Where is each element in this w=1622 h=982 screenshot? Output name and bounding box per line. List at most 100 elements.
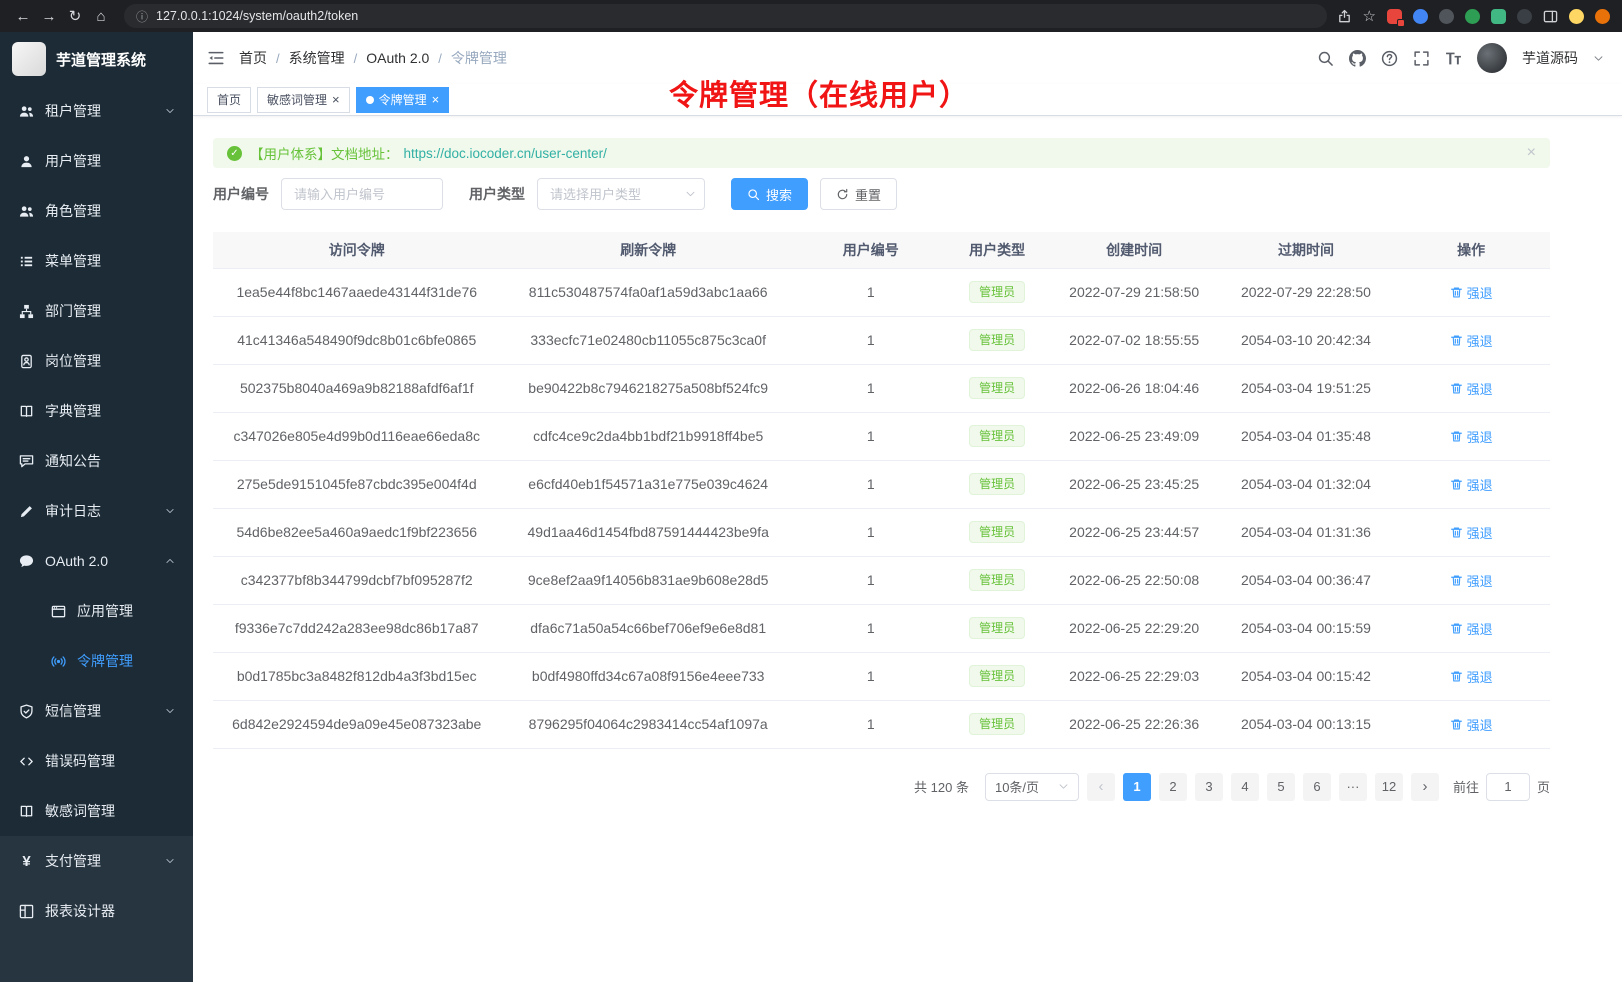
force-logout-button[interactable]: 强退 xyxy=(1450,715,1493,734)
table-row: c347026e805e4d99b0d116eae66eda8ccdfc4ce9… xyxy=(213,412,1550,460)
sidebar-item-dict[interactable]: 字典管理 xyxy=(0,386,193,436)
trash-icon xyxy=(1450,622,1463,635)
page-button-4[interactable]: 4 xyxy=(1231,773,1259,801)
tab-close-icon[interactable]: × xyxy=(332,93,340,106)
sidebar-item-audit-log[interactable]: 审计日志 xyxy=(0,486,193,536)
log-icon xyxy=(18,504,35,519)
browser-forward-icon[interactable]: → xyxy=(36,3,62,29)
search-icon[interactable] xyxy=(1317,50,1334,67)
browser-chrome: ← → ↻ ⌂ ⓘ 127.0.0.1:1024/system/oauth2/t… xyxy=(0,0,1622,32)
breadcrumb-item[interactable]: OAuth 2.0 xyxy=(366,50,429,66)
sidebar-item-notice[interactable]: 通知公告 xyxy=(0,436,193,486)
cell-expired-at: 2054-03-04 01:32:04 xyxy=(1220,460,1392,508)
tab-oauth2-token[interactable]: 令牌管理× xyxy=(356,87,450,113)
github-icon[interactable] xyxy=(1349,50,1366,67)
alert-close-icon[interactable]: × xyxy=(1527,145,1536,161)
force-logout-button[interactable]: 强退 xyxy=(1450,427,1493,446)
extension-icon-1[interactable] xyxy=(1387,9,1402,24)
force-logout-button[interactable]: 强退 xyxy=(1450,619,1493,638)
sidebar-item-pay[interactable]: ¥支付管理 xyxy=(0,836,193,886)
force-logout-button[interactable]: 强退 xyxy=(1450,571,1493,590)
sidebar-item-oauth2[interactable]: OAuth 2.0 xyxy=(0,536,193,586)
cell-expired-at: 2054-03-04 00:15:59 xyxy=(1220,604,1392,652)
sidebar-item-sms[interactable]: 短信管理 xyxy=(0,686,193,736)
doc-link[interactable]: https://doc.iocoder.cn/user-center/ xyxy=(404,146,607,161)
prev-page-button[interactable]: ‹ xyxy=(1087,773,1115,801)
extension-icon-4[interactable] xyxy=(1465,9,1480,24)
fullscreen-icon[interactable] xyxy=(1413,50,1430,67)
sidebar-item-tenant[interactable]: 租户管理 xyxy=(0,86,193,136)
force-logout-button[interactable]: 强退 xyxy=(1450,667,1493,686)
force-logout-button[interactable]: 强退 xyxy=(1450,523,1493,542)
extension-icon-5[interactable] xyxy=(1491,9,1506,24)
extension-icon-6[interactable] xyxy=(1517,9,1532,24)
breadcrumb-item[interactable]: 首页 xyxy=(239,48,267,68)
address-bar[interactable]: ⓘ 127.0.0.1:1024/system/oauth2/token xyxy=(124,4,1327,28)
tab-sensitive-word[interactable]: 敏感词管理× xyxy=(257,87,350,113)
reset-button[interactable]: 重置 xyxy=(820,178,897,210)
sidebar-item-role[interactable]: 角色管理 xyxy=(0,186,193,236)
next-page-button[interactable]: › xyxy=(1411,773,1439,801)
browser-home-icon[interactable]: ⌂ xyxy=(88,3,114,29)
user-type-select-input[interactable] xyxy=(537,178,705,210)
page-button-12[interactable]: 12 xyxy=(1375,773,1403,801)
browser-reload-icon[interactable]: ↻ xyxy=(62,3,88,29)
tab-home[interactable]: 首页 xyxy=(207,87,251,113)
sidebar-item-error-code[interactable]: 错误码管理 xyxy=(0,736,193,786)
font-size-icon[interactable] xyxy=(1445,50,1462,67)
trash-icon xyxy=(1450,718,1463,731)
breadcrumb-item[interactable]: 系统管理 xyxy=(289,48,345,68)
sidebar-item-dept[interactable]: 部门管理 xyxy=(0,286,193,336)
goto-page-input[interactable] xyxy=(1486,773,1530,801)
extension-icon-2[interactable] xyxy=(1413,9,1428,24)
sidebar-item-oauth2-token[interactable]: 令牌管理 xyxy=(0,636,193,686)
page-size-select[interactable]: 10条/页 xyxy=(985,773,1079,801)
column-header: 访问令牌 xyxy=(213,232,500,268)
cell-actions: 强退 xyxy=(1392,412,1550,460)
site-info-icon[interactable]: ⓘ xyxy=(136,8,148,25)
profile-avatar-icon[interactable] xyxy=(1569,9,1584,24)
sidebar-item-post[interactable]: 岗位管理 xyxy=(0,336,193,386)
force-logout-button[interactable]: 强退 xyxy=(1450,475,1493,494)
page-button-3[interactable]: 3 xyxy=(1195,773,1223,801)
cell-actions: 强退 xyxy=(1392,364,1550,412)
cell-refresh-token: 811c530487574fa0af1a59d3abc1aa66 xyxy=(500,268,795,316)
user-type-tag: 管理员 xyxy=(969,569,1025,591)
cell-created-at: 2022-06-26 18:04:46 xyxy=(1049,364,1220,412)
user-type-select[interactable] xyxy=(537,178,705,210)
sidebar-toggle-icon[interactable] xyxy=(207,49,225,67)
force-logout-button[interactable]: 强退 xyxy=(1450,331,1493,350)
sidebar-item-menu[interactable]: 菜单管理 xyxy=(0,236,193,286)
browser-back-icon[interactable]: ← xyxy=(10,3,36,29)
cell-actions: 强退 xyxy=(1392,556,1550,604)
force-logout-button[interactable]: 强退 xyxy=(1450,379,1493,398)
cell-created-at: 2022-06-25 22:29:20 xyxy=(1049,604,1220,652)
share-icon[interactable] xyxy=(1337,9,1352,24)
sidebar-item-report[interactable]: 报表设计器 xyxy=(0,886,193,936)
user-avatar[interactable] xyxy=(1477,43,1507,73)
chevron-down-icon[interactable] xyxy=(1593,53,1604,64)
sidebar-item-sensitive-word[interactable]: 敏感词管理 xyxy=(0,786,193,836)
sidebar-item-label: 错误码管理 xyxy=(45,751,175,771)
extension-icon-3[interactable] xyxy=(1439,9,1454,24)
list-icon xyxy=(18,254,35,269)
sidebar-item-user[interactable]: 用户管理 xyxy=(0,136,193,186)
user-name[interactable]: 芋道源码 xyxy=(1522,48,1578,68)
sidebar-item-oauth2-app[interactable]: 应用管理 xyxy=(0,586,193,636)
help-icon[interactable] xyxy=(1381,50,1398,67)
force-logout-button[interactable]: 强退 xyxy=(1450,283,1493,302)
book-icon xyxy=(18,404,35,419)
page-ellipsis[interactable]: ··· xyxy=(1339,773,1367,801)
side-panel-icon[interactable] xyxy=(1543,9,1558,24)
app-logo[interactable]: 芋道管理系统 xyxy=(0,32,193,86)
page-button-2[interactable]: 2 xyxy=(1159,773,1187,801)
cell-access-token: 6d842e2924594de9a09e45e087323abe xyxy=(213,700,500,748)
browser-profile-icon[interactable] xyxy=(1595,9,1610,24)
tab-close-icon[interactable]: × xyxy=(432,93,440,106)
search-button[interactable]: 搜索 xyxy=(731,178,808,210)
page-button-5[interactable]: 5 xyxy=(1267,773,1295,801)
page-button-6[interactable]: 6 xyxy=(1303,773,1331,801)
user-id-input[interactable] xyxy=(281,178,443,210)
page-button-1[interactable]: 1 xyxy=(1123,773,1151,801)
bookmark-star-icon[interactable]: ☆ xyxy=(1363,7,1376,25)
